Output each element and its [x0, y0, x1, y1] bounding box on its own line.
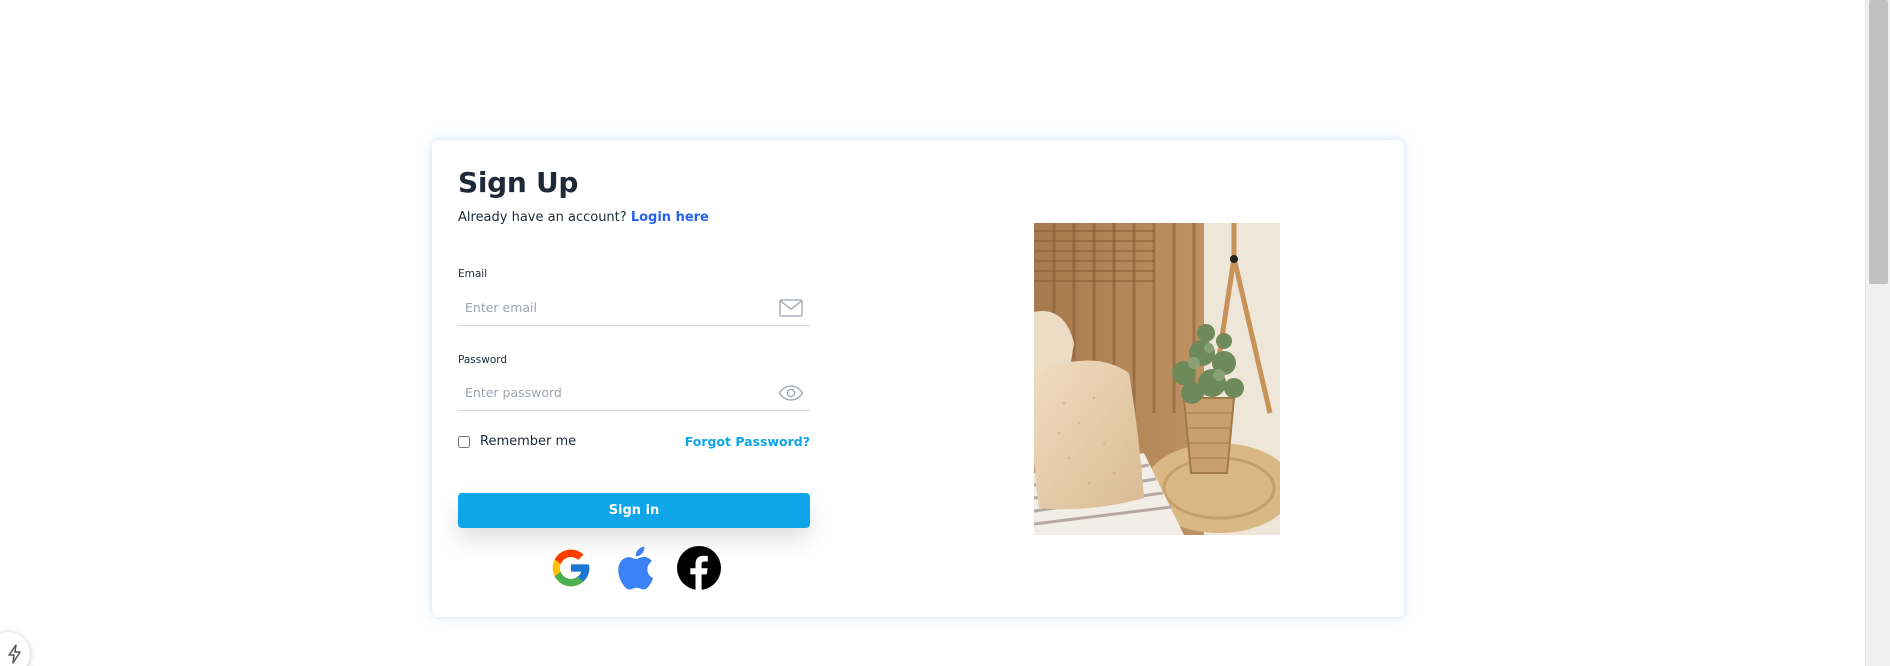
password-field[interactable]	[465, 375, 765, 409]
page-title: Sign Up	[458, 166, 579, 199]
eye-icon[interactable]	[778, 382, 804, 404]
login-link[interactable]: Login here	[631, 210, 709, 225]
interior-photo	[1034, 223, 1280, 535]
facebook-login-button[interactable]	[676, 545, 721, 590]
login-prompt-text: Already have an account?	[458, 210, 627, 225]
signup-card: Sign Up Already have an account? Login h…	[432, 140, 1404, 617]
page: Sign Up Already have an account? Login h…	[0, 0, 1890, 666]
facebook-icon	[676, 545, 721, 590]
remember-me[interactable]: Remember me	[458, 434, 576, 449]
social-login-row	[548, 545, 721, 590]
apple-login-button[interactable]	[612, 545, 657, 590]
apple-icon	[617, 546, 653, 590]
email-label: Email	[458, 268, 488, 280]
remember-me-label: Remember me	[480, 434, 577, 449]
signup-form: Sign Up Already have an account? Login h…	[458, 140, 810, 617]
email-field[interactable]	[465, 290, 765, 324]
password-label: Password	[458, 354, 508, 366]
forgot-password-link[interactable]: Forgot Password?	[685, 434, 810, 449]
google-icon	[552, 549, 589, 586]
email-field-container	[458, 290, 810, 326]
password-field-container	[458, 375, 810, 411]
login-prompt: Already have an account? Login here	[458, 210, 709, 225]
envelope-icon	[778, 297, 804, 319]
remember-me-checkbox[interactable]	[458, 435, 470, 448]
vertical-scrollbar[interactable]	[1865, 0, 1890, 666]
scrollbar-thumb[interactable]	[1869, 0, 1888, 284]
google-login-button[interactable]	[548, 545, 593, 590]
lightning-bolt-icon	[8, 644, 21, 664]
dev-tools-badge[interactable]	[0, 632, 30, 666]
sign-in-button[interactable]: Sign in	[458, 493, 810, 528]
